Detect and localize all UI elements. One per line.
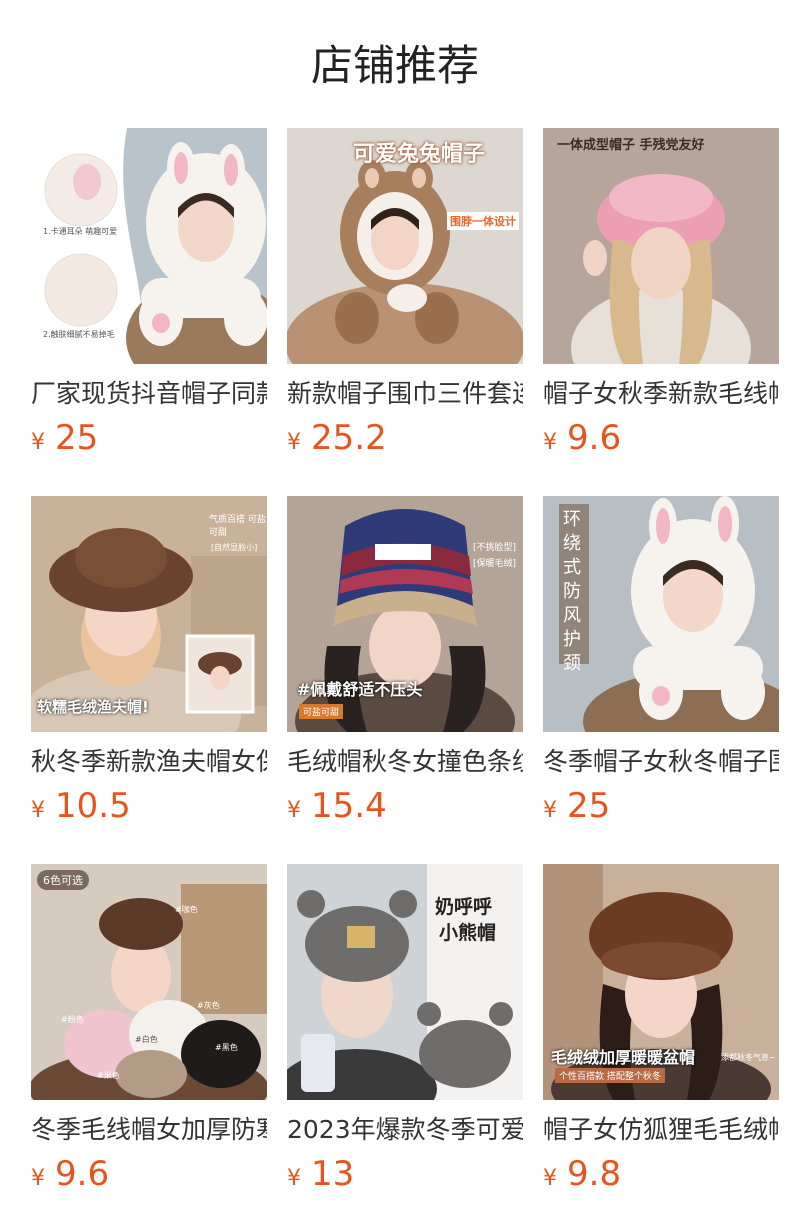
overlay-text: 可爱兔兔帽子: [353, 142, 486, 167]
overlay-text: 气质百搭 可盐可甜: [209, 515, 266, 538]
product-price: ¥9.8: [543, 1152, 621, 1196]
overlay-text: 毛绒绒加厚暖暖盆帽: [551, 1048, 696, 1067]
price-value: 13: [311, 1154, 355, 1194]
product-image[interactable]: 1.卡通耳朵 萌趣可爱 2.触肤细腻不易掉毛: [31, 128, 267, 364]
product-image[interactable]: [不挑脸型] [保暖毛绒] #佩戴舒适不压头 可盐可甜: [287, 496, 523, 732]
currency-symbol: ¥: [543, 798, 557, 823]
overlay-text: 2.触肤细腻不易掉毛: [43, 330, 115, 339]
product-card[interactable]: 可爱兔兔帽子 围脖一体设计 新款帽子围巾三件套连体 ¥25.2: [287, 128, 523, 468]
product-name[interactable]: 2023年爆款冬季可爱熊耳: [287, 1112, 523, 1148]
currency-symbol: ¥: [31, 798, 45, 823]
currency-symbol: ¥: [543, 1166, 557, 1191]
product-price: ¥13: [287, 1152, 354, 1196]
overlay-text: 小熊帽: [439, 922, 497, 944]
product-card[interactable]: 气质百搭 可盐可甜 [自然显脸小] 软糯毛绒渔夫帽! 秋冬季新款渔夫帽女保暖 ¥…: [31, 496, 267, 836]
price-value: 10.5: [55, 786, 131, 826]
price-value: 15.4: [311, 786, 387, 826]
product-name[interactable]: 冬季毛线帽女加厚防寒: [31, 1112, 267, 1148]
page-title: 店铺推荐: [310, 41, 479, 90]
product-price: ¥9.6: [31, 1152, 109, 1196]
overlay-text: #粉色: [61, 1015, 84, 1024]
product-image[interactable]: 一体成型帽子 手残党友好: [543, 128, 779, 364]
overlay-text: 添都秋冬气息~: [721, 1053, 776, 1062]
overlay-text: 一体成型帽子 手残党友好: [557, 138, 705, 153]
product-card[interactable]: 一体成型帽子 手残党友好 帽子女秋季新款毛线帽 ¥9.6: [543, 128, 779, 468]
overlay-text: #灰色: [197, 1001, 220, 1010]
product-name[interactable]: 冬季帽子女秋冬帽子围巾: [543, 744, 779, 780]
product-price: ¥25: [31, 416, 98, 460]
product-image[interactable]: 可爱兔兔帽子 围脖一体设计: [287, 128, 523, 364]
product-price: ¥25.2: [287, 416, 387, 460]
price-value: 25.2: [311, 418, 387, 458]
product-card[interactable]: 6色可选 #咖色 #粉色 #白色 #黑色 #米色 #灰色 冬季毛线帽女加厚防寒 …: [31, 864, 267, 1204]
overlay-text: 环绕式防风护颈: [563, 509, 581, 674]
currency-symbol: ¥: [287, 430, 301, 455]
price-value: 9.8: [567, 1154, 622, 1194]
product-image[interactable]: 毛绒绒加厚暖暖盆帽 个性百搭款 搭配整个秋冬 添都秋冬气息~: [543, 864, 779, 1100]
product-price: ¥15.4: [287, 784, 387, 828]
product-price: ¥25: [543, 784, 610, 828]
price-value: 25: [55, 418, 99, 458]
product-image[interactable]: 环绕式防风护颈: [543, 496, 779, 732]
currency-symbol: ¥: [287, 1166, 301, 1191]
product-image[interactable]: 奶呼呼 小熊帽: [287, 864, 523, 1100]
product-name[interactable]: 帽子女仿狐狸毛毛绒帽: [543, 1112, 779, 1148]
product-name[interactable]: 厂家现货抖音帽子同款: [31, 376, 267, 412]
product-name[interactable]: 秋冬季新款渔夫帽女保暖: [31, 744, 267, 780]
product-price: ¥9.6: [543, 416, 621, 460]
overlay-text: 1.卡通耳朵 萌趣可爱: [43, 227, 118, 236]
product-card[interactable]: 环绕式防风护颈 冬季帽子女秋冬帽子围巾 ¥25: [543, 496, 779, 836]
overlay-text: #米色: [97, 1071, 120, 1080]
price-value: 25: [567, 786, 611, 826]
overlay-text: 可盐可甜: [299, 704, 344, 719]
overlay-text: [不挑脸型]: [473, 543, 517, 553]
overlay-text: [保暖毛绒]: [473, 559, 517, 569]
overlay-text: #白色: [135, 1035, 158, 1044]
product-name[interactable]: 毛绒帽秋冬女撞色条纹: [287, 744, 523, 780]
overlay-text: [自然显脸小]: [211, 543, 258, 552]
product-image[interactable]: 气质百搭 可盐可甜 [自然显脸小] 软糯毛绒渔夫帽!: [31, 496, 267, 732]
currency-symbol: ¥: [287, 798, 301, 823]
product-card[interactable]: 毛绒绒加厚暖暖盆帽 个性百搭款 搭配整个秋冬 添都秋冬气息~ 帽子女仿狐狸毛毛绒…: [543, 864, 779, 1204]
product-card[interactable]: 奶呼呼 小熊帽 2023年爆款冬季可爱熊耳 ¥13: [287, 864, 523, 1204]
overlay-text: #咖色: [175, 905, 198, 914]
price-value: 9.6: [567, 418, 622, 458]
currency-symbol: ¥: [543, 430, 557, 455]
product-name[interactable]: 新款帽子围巾三件套连体: [287, 376, 523, 412]
overlay-text: #黑色: [215, 1043, 238, 1052]
overlay-text: #佩戴舒适不压头: [297, 680, 423, 699]
product-card[interactable]: [不挑脸型] [保暖毛绒] #佩戴舒适不压头 可盐可甜 毛绒帽秋冬女撞色条纹 ¥…: [287, 496, 523, 836]
currency-symbol: ¥: [31, 430, 45, 455]
currency-symbol: ¥: [31, 1166, 45, 1191]
price-value: 9.6: [55, 1154, 110, 1194]
overlay-text: 围脖一体设计: [447, 212, 519, 230]
badge: 6色可选: [37, 870, 89, 890]
product-price: ¥10.5: [31, 784, 131, 828]
overlay-text: 软糯毛绒渔夫帽!: [37, 698, 149, 716]
overlay-text: 个性百搭款 搭配整个秋冬: [555, 1068, 665, 1083]
product-card[interactable]: 1.卡通耳朵 萌趣可爱 2.触肤细腻不易掉毛 厂家现货抖音帽子同款 ¥25: [31, 128, 267, 468]
product-image[interactable]: 6色可选 #咖色 #粉色 #白色 #黑色 #米色 #灰色: [31, 864, 267, 1100]
overlay-text: 奶呼呼: [435, 896, 493, 918]
product-name[interactable]: 帽子女秋季新款毛线帽: [543, 376, 779, 412]
